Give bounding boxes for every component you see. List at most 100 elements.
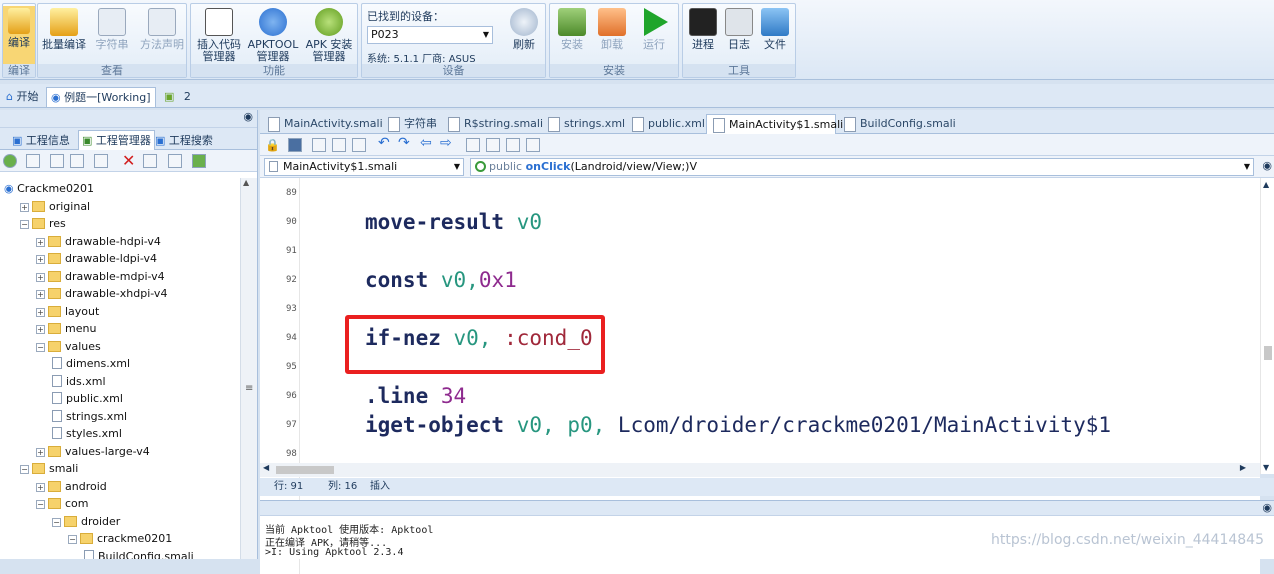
- scroll-up-icon[interactable]: ▲: [243, 178, 249, 187]
- tab-project-info[interactable]: ▣ 工程信息: [12, 132, 70, 148]
- tab-project[interactable]: ◉ 例题一[Working]: [46, 87, 156, 107]
- expand-icon[interactable]: −: [20, 220, 29, 229]
- tree-folder[interactable]: − crackme0201: [68, 530, 172, 547]
- list-icon[interactable]: [506, 138, 520, 152]
- tree-folder[interactable]: − com: [36, 495, 89, 512]
- lock-icon[interactable]: 🔒: [265, 138, 280, 152]
- scroll-left-icon[interactable]: ◀: [263, 463, 269, 472]
- strings-button[interactable]: 字符串: [90, 6, 134, 66]
- tab-public-xml[interactable]: public.xml: [626, 114, 705, 134]
- scroll-up-icon[interactable]: ▲: [1263, 180, 1269, 189]
- file-combo[interactable]: MainActivity$1.smali ▼: [264, 158, 464, 176]
- pin-icon[interactable]: ◉: [1262, 159, 1272, 172]
- expand-icon[interactable]: −: [36, 342, 45, 352]
- device-select[interactable]: P023 ▼: [367, 26, 493, 44]
- tree-folder[interactable]: + android: [36, 478, 107, 495]
- tab-project-search[interactable]: ▣ 工程搜索: [155, 132, 213, 148]
- tree-folder[interactable]: − droider: [52, 513, 120, 530]
- tab-android[interactable]: ▣ 2: [160, 87, 195, 107]
- tab-mainactivity1[interactable]: MainActivity$1.smali: [706, 114, 843, 134]
- pin-icon[interactable]: ◉: [1262, 501, 1272, 514]
- tree-folder[interactable]: + values-large-v4: [36, 443, 150, 460]
- compile-button[interactable]: 编译: [3, 6, 35, 66]
- cut-icon[interactable]: [332, 138, 346, 152]
- code-vscrollbar[interactable]: ▲ ▼: [1260, 178, 1274, 474]
- expand-icon[interactable]: +: [36, 290, 45, 299]
- tree-folder[interactable]: + drawable-mdpi-v4: [36, 268, 165, 285]
- expand-icon[interactable]: −: [52, 517, 61, 527]
- method-declare-button[interactable]: 方法声明: [140, 6, 184, 66]
- save-icon[interactable]: [288, 138, 302, 152]
- tree-folder[interactable]: − res: [20, 215, 66, 232]
- apk-install-manager-button[interactable]: APK 安装管理器: [303, 6, 355, 66]
- tree-folder[interactable]: + drawable-ldpi-v4: [36, 250, 157, 267]
- add-icon[interactable]: [192, 154, 206, 168]
- expand-icon[interactable]: −: [36, 500, 45, 509]
- tree-folder[interactable]: + drawable-hdpi-v4: [36, 233, 161, 250]
- uninstall-button[interactable]: 卸载: [592, 6, 632, 66]
- tab-rstring[interactable]: R$string.smali: [442, 114, 543, 134]
- tree-scrollbar[interactable]: ▲ ≡: [240, 178, 257, 559]
- redo-icon[interactable]: ↷: [398, 135, 410, 151]
- tree-file[interactable]: strings.xml: [52, 408, 127, 425]
- bookmark-icon[interactable]: [526, 138, 540, 152]
- tree-folder[interactable]: ◉ Crackme0201: [4, 180, 94, 197]
- tree-file[interactable]: public.xml: [52, 390, 123, 407]
- open-icon[interactable]: [94, 154, 108, 168]
- tree-folder[interactable]: − values: [36, 338, 101, 355]
- file-icon[interactable]: [168, 154, 182, 168]
- scroll-thumb[interactable]: [1264, 346, 1272, 360]
- tree-folder[interactable]: − smali: [20, 460, 78, 477]
- delete-icon[interactable]: ✕: [122, 151, 135, 170]
- output-console[interactable]: ◉ 当前 Apktool 使用版本: Apktool 正在编译 APK，请稍等.…: [260, 500, 1274, 559]
- insert-code-manager-button[interactable]: 插入代码管理器: [195, 6, 243, 66]
- tree-folder[interactable]: + drawable-xhdpi-v4: [36, 285, 167, 302]
- expand-icon[interactable]: +: [36, 325, 45, 334]
- paste-icon[interactable]: [352, 138, 366, 152]
- tree-file[interactable]: ids.xml: [52, 373, 106, 390]
- view-icon[interactable]: [26, 154, 40, 168]
- scroll-right-icon[interactable]: ▶: [1240, 463, 1246, 472]
- expand-icon[interactable]: −: [20, 465, 29, 474]
- scroll-grip-icon[interactable]: ≡: [245, 383, 253, 394]
- file-button[interactable]: 文件: [757, 6, 793, 66]
- tree-file[interactable]: dimens.xml: [52, 355, 130, 372]
- collapse-icon[interactable]: [50, 154, 64, 168]
- expand-icon[interactable]: +: [36, 447, 45, 457]
- tab-project-manager[interactable]: ▣ 工程管理器: [78, 130, 155, 150]
- log-button[interactable]: 日志: [721, 6, 757, 66]
- refresh-button[interactable]: 刷新: [504, 6, 544, 66]
- expand-icon[interactable]: +: [36, 255, 45, 264]
- undo-icon[interactable]: ↶: [378, 135, 390, 151]
- apktool-manager-button[interactable]: APKTOOL管理器: [247, 6, 299, 66]
- install-button[interactable]: 安装: [552, 6, 592, 66]
- copy-icon[interactable]: [312, 138, 326, 152]
- scroll-thumb[interactable]: [276, 466, 334, 474]
- expand-icon[interactable]: +: [36, 272, 45, 282]
- tab-start[interactable]: ⌂ 开始: [2, 87, 42, 107]
- pin-icon[interactable]: ◉: [243, 110, 253, 123]
- expand-icon[interactable]: +: [20, 202, 29, 212]
- process-button[interactable]: 进程: [685, 6, 721, 66]
- find-icon[interactable]: [70, 154, 84, 168]
- code-hscrollbar[interactable]: ◀ ▶: [260, 463, 1260, 477]
- tree-folder[interactable]: + layout: [36, 303, 99, 320]
- tree-file[interactable]: styles.xml: [52, 425, 122, 442]
- expand-icon[interactable]: +: [36, 237, 45, 247]
- goto-icon[interactable]: [486, 138, 500, 152]
- tab-buildconfig[interactable]: BuildConfig.smali: [838, 114, 956, 134]
- forward-icon[interactable]: ⇨: [440, 135, 452, 151]
- method-combo[interactable]: public onClick(Landroid/view/View;)V ▼: [470, 158, 1254, 176]
- tab-strings[interactable]: 字符串: [382, 114, 437, 134]
- tree-folder[interactable]: + original: [20, 198, 90, 215]
- copy-icon[interactable]: [143, 154, 157, 168]
- scroll-down-icon[interactable]: ▼: [1263, 463, 1269, 472]
- batch-compile-button[interactable]: 批量编译: [42, 6, 86, 66]
- tab-mainactivity[interactable]: MainActivity.smali: [262, 114, 383, 134]
- tree-folder[interactable]: + menu: [36, 320, 96, 337]
- back-icon[interactable]: ⇦: [420, 135, 432, 151]
- expand-icon[interactable]: +: [36, 482, 45, 492]
- run-button[interactable]: 运行: [634, 6, 674, 66]
- format-icon[interactable]: [466, 138, 480, 152]
- refresh-icon[interactable]: [3, 154, 17, 168]
